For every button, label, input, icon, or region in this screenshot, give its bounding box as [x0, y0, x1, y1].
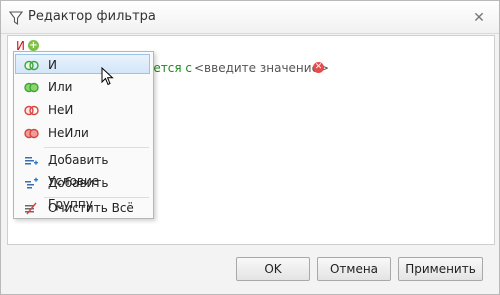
menu-item-label: И	[48, 58, 57, 72]
menu-item-add-condition[interactable]: Добавить Условие	[16, 150, 151, 188]
menu-item-add-group[interactable]: Добавить Группу	[16, 173, 151, 211]
not-and-rings-icon	[24, 105, 39, 116]
add-group-icon	[25, 177, 38, 189]
close-icon: ✕	[473, 10, 485, 26]
cancel-button[interactable]: Отмена	[317, 257, 391, 281]
menu-item-and[interactable]: И	[15, 54, 150, 74]
menu-item-not-or[interactable]: НеИли	[16, 123, 151, 144]
remove-condition-icon[interactable]: ✕	[313, 62, 324, 73]
clear-all-icon	[25, 202, 37, 215]
menu-item-or[interactable]: Или	[16, 77, 151, 98]
condition-value-placeholder[interactable]: <введите значение>	[194, 61, 329, 75]
menu-item-label: НеИ	[48, 103, 74, 117]
title-bar: Редактор фильтра ✕	[1, 1, 499, 34]
or-rings-icon	[24, 82, 39, 93]
menu-item-label: НеИли	[48, 126, 89, 140]
add-condition-icon	[25, 157, 38, 165]
menu-item-clear-all[interactable]: Очистить Всё	[16, 198, 151, 219]
menu-item-label: Очистить Всё	[48, 201, 134, 215]
funnel-icon	[9, 11, 23, 26]
close-button[interactable]: ✕	[471, 10, 487, 26]
apply-button[interactable]: Применить	[398, 257, 483, 281]
not-or-rings-icon	[24, 128, 39, 139]
menu-separator	[44, 147, 149, 148]
menu-item-label: Или	[48, 80, 73, 94]
group-operator-menu: И Или НеИ НеИли Добавить Условие Добавит…	[13, 51, 154, 219]
menu-item-not-and[interactable]: НеИ	[16, 100, 151, 121]
and-rings-icon	[24, 60, 39, 71]
add-condition-plus-icon[interactable]: +	[28, 40, 39, 51]
window-title: Редактор фильтра	[28, 9, 156, 24]
filter-editor-dialog: Редактор фильтра ✕ И + ается с <введите …	[0, 0, 500, 295]
mouse-cursor-icon	[101, 67, 114, 86]
ok-button[interactable]: OK	[236, 257, 310, 281]
